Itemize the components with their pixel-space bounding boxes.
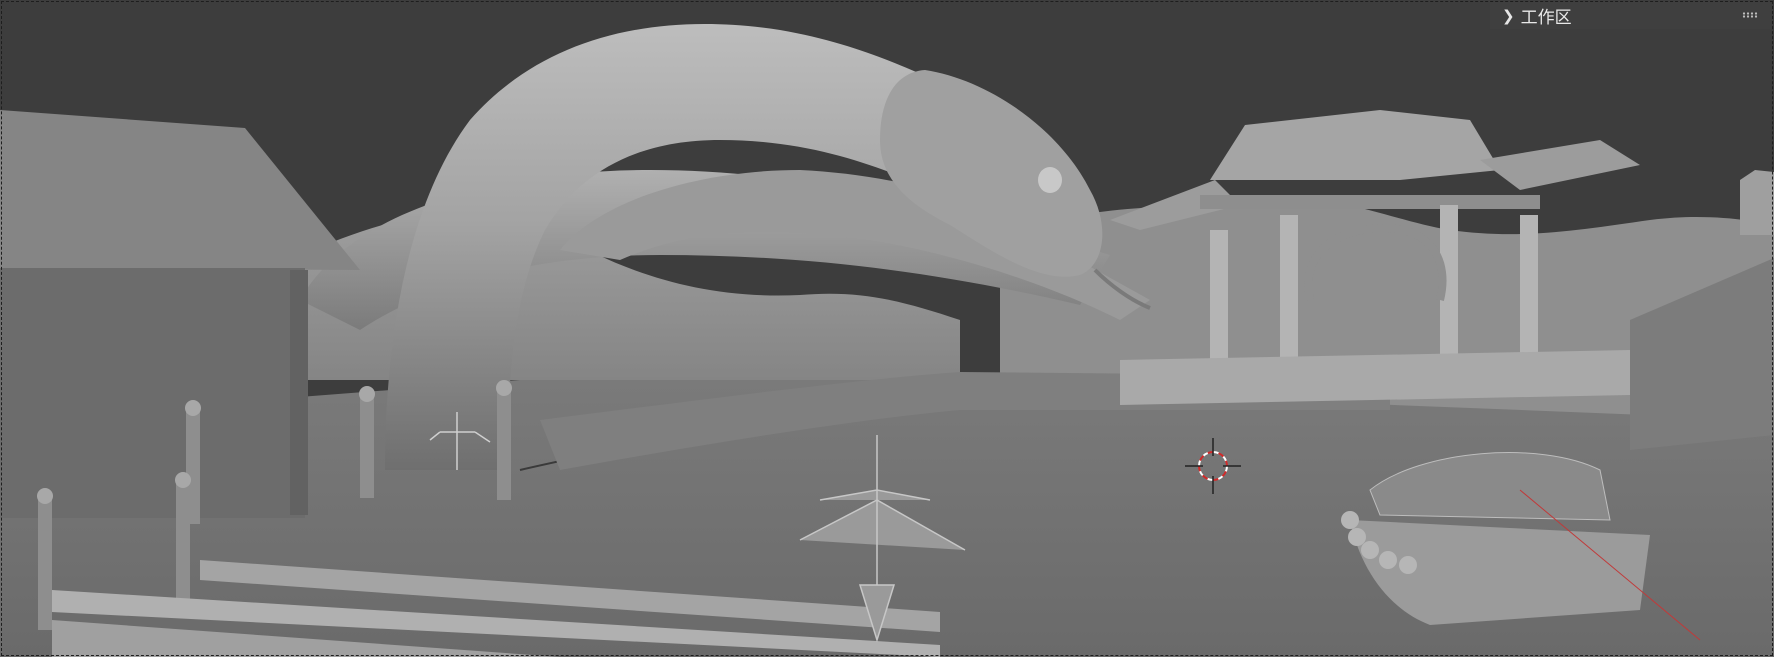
building-wall — [0, 268, 305, 518]
gate-pillar-1 — [1210, 230, 1228, 365]
building-roof — [0, 110, 360, 270]
chevron-right-icon[interactable]: ❯ — [1502, 7, 1515, 25]
drag-grip-icon[interactable] — [1742, 12, 1758, 18]
far-pagoda — [1740, 170, 1774, 235]
workspace-title: 工作区 — [1520, 8, 1572, 28]
fence-finial — [185, 400, 201, 416]
fence-finial — [359, 386, 375, 402]
gate-beam — [1200, 195, 1540, 209]
viewport-scene — [0, 24, 1774, 657]
fence-post — [176, 484, 190, 614]
gate-roof-main — [1210, 110, 1500, 180]
gate-pillar-2 — [1280, 215, 1298, 363]
fence-post — [497, 392, 511, 500]
fence-post — [360, 398, 374, 498]
workspace-panel-header[interactable]: ❯ 工作区 — [1490, 2, 1772, 29]
gate-pillar-4 — [1520, 215, 1538, 355]
3d-viewport[interactable]: ❯ 工作区 — [0, 0, 1774, 657]
snake-eye — [1038, 167, 1062, 193]
fence-post — [38, 500, 52, 630]
building-wall-edge — [290, 270, 308, 515]
gate-roof-right — [1480, 140, 1640, 190]
fence-finial — [37, 488, 53, 504]
fence-finial — [175, 472, 191, 488]
fence-finial — [496, 380, 512, 396]
